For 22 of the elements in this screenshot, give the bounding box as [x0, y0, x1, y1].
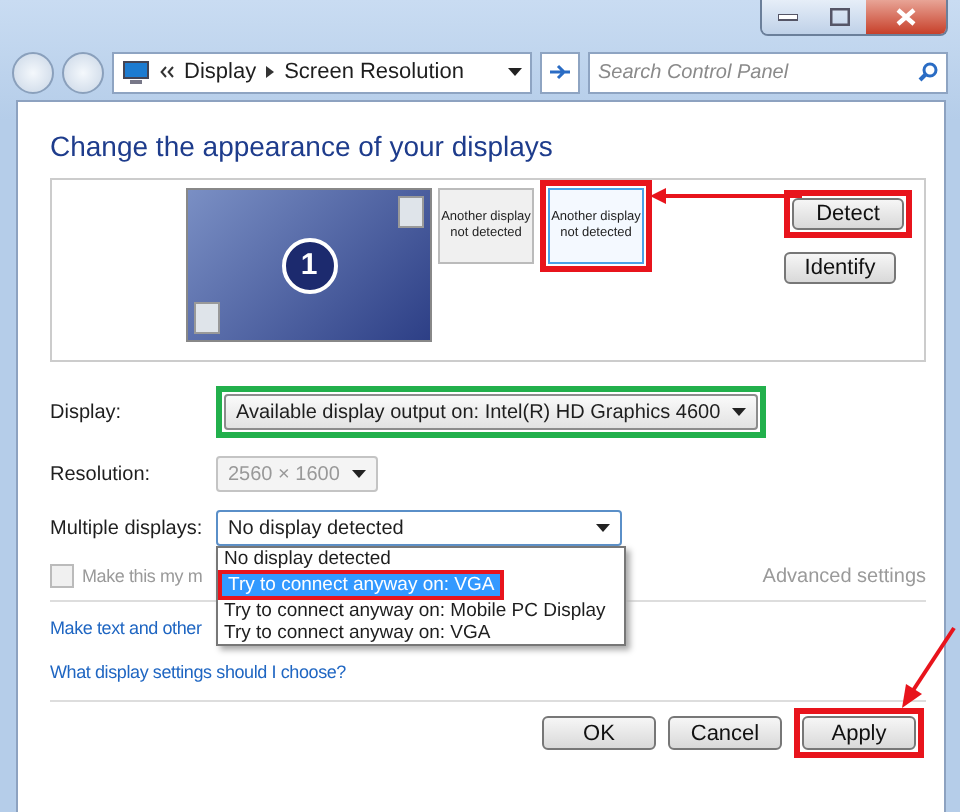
- field-label: Display:: [50, 401, 124, 423]
- cancel-button[interactable]: Cancel: [668, 716, 782, 750]
- dropdown[interactable]: Available display output on: Intel(R) HD Graphics 4600: [224, 394, 759, 430]
- ok-button[interactable]: OK: [542, 716, 656, 750]
- apply-button[interactable]: Apply: [802, 716, 916, 750]
- breadcrumb[interactable]: Display: [184, 60, 257, 84]
- identify-button[interactable]: Identify: [784, 252, 896, 284]
- field-label: Multiple displays:: [50, 517, 205, 539]
- monitor-number: 1: [281, 237, 337, 293]
- field-label: Resolution:: [50, 463, 153, 485]
- dropdown-option[interactable]: Try to connect anyway on: VGA: [218, 622, 624, 644]
- primary-monitor[interactable]: 1: [186, 188, 432, 342]
- dropdown[interactable]: No display detected: [216, 510, 622, 546]
- address-bar[interactable]: Display Screen Resolution: [112, 51, 532, 93]
- dropdown-option[interactable]: No display detected: [218, 548, 624, 570]
- help-link[interactable]: Make text and other: [50, 618, 202, 638]
- page-heading: Change the appearance of your displays: [50, 130, 555, 162]
- dropdown-option[interactable]: Try to connect anyway on: Mobile PC Display: [218, 600, 624, 622]
- help-link[interactable]: What display settings should I choose?: [50, 662, 346, 682]
- checkbox-label: Make this my m: [82, 566, 203, 586]
- detect-button[interactable]: Detect: [792, 198, 904, 230]
- breadcrumb[interactable]: Screen Resolution: [284, 60, 464, 84]
